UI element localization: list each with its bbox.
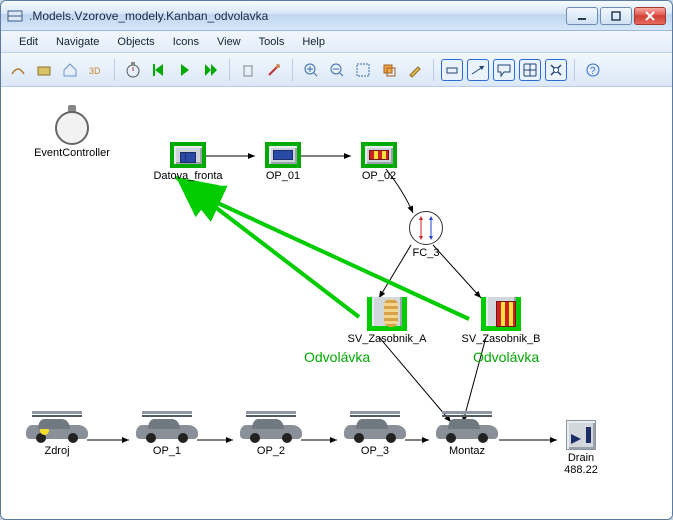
node-op01[interactable]: OP_01 bbox=[253, 142, 313, 182]
node-zdroj[interactable]: Zdroj bbox=[21, 417, 93, 457]
window-title: .Models.Vzorove_modely.Kanban_odvolavka bbox=[29, 9, 566, 23]
node-label: SV_Zasobnik_B bbox=[451, 333, 551, 345]
node-label: OP_1 bbox=[131, 445, 203, 457]
car-icon bbox=[136, 417, 198, 443]
car-icon bbox=[344, 417, 406, 443]
grid-icon[interactable] bbox=[519, 59, 541, 81]
fit-icon[interactable] bbox=[352, 59, 374, 81]
menu-edit[interactable]: Edit bbox=[11, 34, 46, 50]
drain-icon bbox=[566, 420, 596, 450]
menubar: Edit Navigate Objects Icons View Tools H… bbox=[1, 31, 672, 53]
process-icon bbox=[265, 142, 301, 168]
svg-text:?: ? bbox=[590, 66, 596, 77]
annotation-odvolavka-a: Odvolávka bbox=[304, 349, 370, 365]
close-button[interactable] bbox=[634, 7, 666, 25]
model-3d-icon[interactable]: 3D bbox=[85, 59, 107, 81]
node-op2[interactable]: OP_2 bbox=[235, 417, 307, 457]
menu-icons[interactable]: Icons bbox=[165, 34, 207, 50]
process-busy-icon bbox=[361, 142, 397, 168]
node-fc3[interactable]: FC_3 bbox=[401, 211, 451, 259]
node-sv-a[interactable]: SV_Zasobnik_A bbox=[337, 297, 437, 345]
layers-icon[interactable] bbox=[378, 59, 400, 81]
open-icon[interactable] bbox=[33, 59, 55, 81]
node-montaz[interactable]: Montaz bbox=[431, 417, 503, 457]
node-label: Zdroj bbox=[21, 445, 93, 457]
node-datova-fronta[interactable]: Datova_fronta bbox=[143, 142, 233, 182]
zoom-out-icon[interactable] bbox=[326, 59, 348, 81]
window-controls bbox=[566, 7, 666, 25]
source-car-icon bbox=[26, 417, 88, 443]
toolbar: 3D ? bbox=[1, 53, 672, 87]
model-canvas[interactable]: EventController Datova_fronta OP_01 OP_0… bbox=[1, 87, 672, 519]
node-op1[interactable]: OP_1 bbox=[131, 417, 203, 457]
connector-icon[interactable] bbox=[7, 59, 29, 81]
car-icon bbox=[240, 417, 302, 443]
play-icon[interactable] bbox=[174, 59, 196, 81]
node-drain[interactable]: Drain 488.22 bbox=[557, 420, 605, 476]
minimize-button[interactable] bbox=[566, 7, 598, 25]
store-icon bbox=[367, 297, 407, 331]
menu-objects[interactable]: Objects bbox=[109, 34, 162, 50]
menu-navigate[interactable]: Navigate bbox=[48, 34, 107, 50]
node-label: FC_3 bbox=[401, 247, 451, 259]
fast-forward-icon[interactable] bbox=[200, 59, 222, 81]
step-back-icon[interactable] bbox=[148, 59, 170, 81]
node-label: OP_2 bbox=[235, 445, 307, 457]
annotation-odvolavka-b: Odvolávka bbox=[473, 349, 539, 365]
mode-connect-icon[interactable] bbox=[467, 59, 489, 81]
delete-icon[interactable] bbox=[237, 59, 259, 81]
node-event-controller[interactable]: EventController bbox=[27, 105, 117, 159]
app-icon bbox=[7, 8, 23, 24]
node-label: OP_01 bbox=[253, 170, 313, 182]
menu-view[interactable]: View bbox=[209, 34, 249, 50]
car-icon bbox=[436, 417, 498, 443]
home-icon[interactable] bbox=[59, 59, 81, 81]
node-label: OP_02 bbox=[349, 170, 409, 182]
node-op02[interactable]: OP_02 bbox=[349, 142, 409, 182]
node-sv-b[interactable]: SV_Zasobnik_B bbox=[451, 297, 551, 345]
menu-help[interactable]: Help bbox=[294, 34, 333, 50]
brush-icon[interactable] bbox=[263, 59, 285, 81]
stopwatch-icon bbox=[53, 105, 91, 145]
application-window: .Models.Vzorove_modely.Kanban_odvolavka … bbox=[0, 0, 673, 520]
node-op3[interactable]: OP_3 bbox=[339, 417, 411, 457]
settings-icon[interactable] bbox=[545, 59, 567, 81]
clock-reset-icon[interactable] bbox=[122, 59, 144, 81]
mode-comment-icon[interactable] bbox=[493, 59, 515, 81]
node-label: EventController bbox=[27, 147, 117, 159]
help-icon[interactable]: ? bbox=[582, 59, 604, 81]
buffer-icon bbox=[170, 142, 206, 168]
zoom-in-icon[interactable] bbox=[300, 59, 322, 81]
flow-control-icon bbox=[409, 211, 443, 245]
store-busy-icon bbox=[481, 297, 521, 331]
drain-value: 488.22 bbox=[557, 464, 605, 476]
node-label: Montaz bbox=[431, 445, 503, 457]
node-label: Datova_fronta bbox=[143, 170, 233, 182]
pencil-icon[interactable] bbox=[404, 59, 426, 81]
titlebar: .Models.Vzorove_modely.Kanban_odvolavka bbox=[1, 1, 672, 31]
svg-text:3D: 3D bbox=[89, 66, 101, 76]
menu-tools[interactable]: Tools bbox=[251, 34, 293, 50]
node-label: OP_3 bbox=[339, 445, 411, 457]
node-label: Drain bbox=[557, 452, 605, 464]
node-label: SV_Zasobnik_A bbox=[337, 333, 437, 345]
maximize-button[interactable] bbox=[600, 7, 632, 25]
mode-select-icon[interactable] bbox=[441, 59, 463, 81]
